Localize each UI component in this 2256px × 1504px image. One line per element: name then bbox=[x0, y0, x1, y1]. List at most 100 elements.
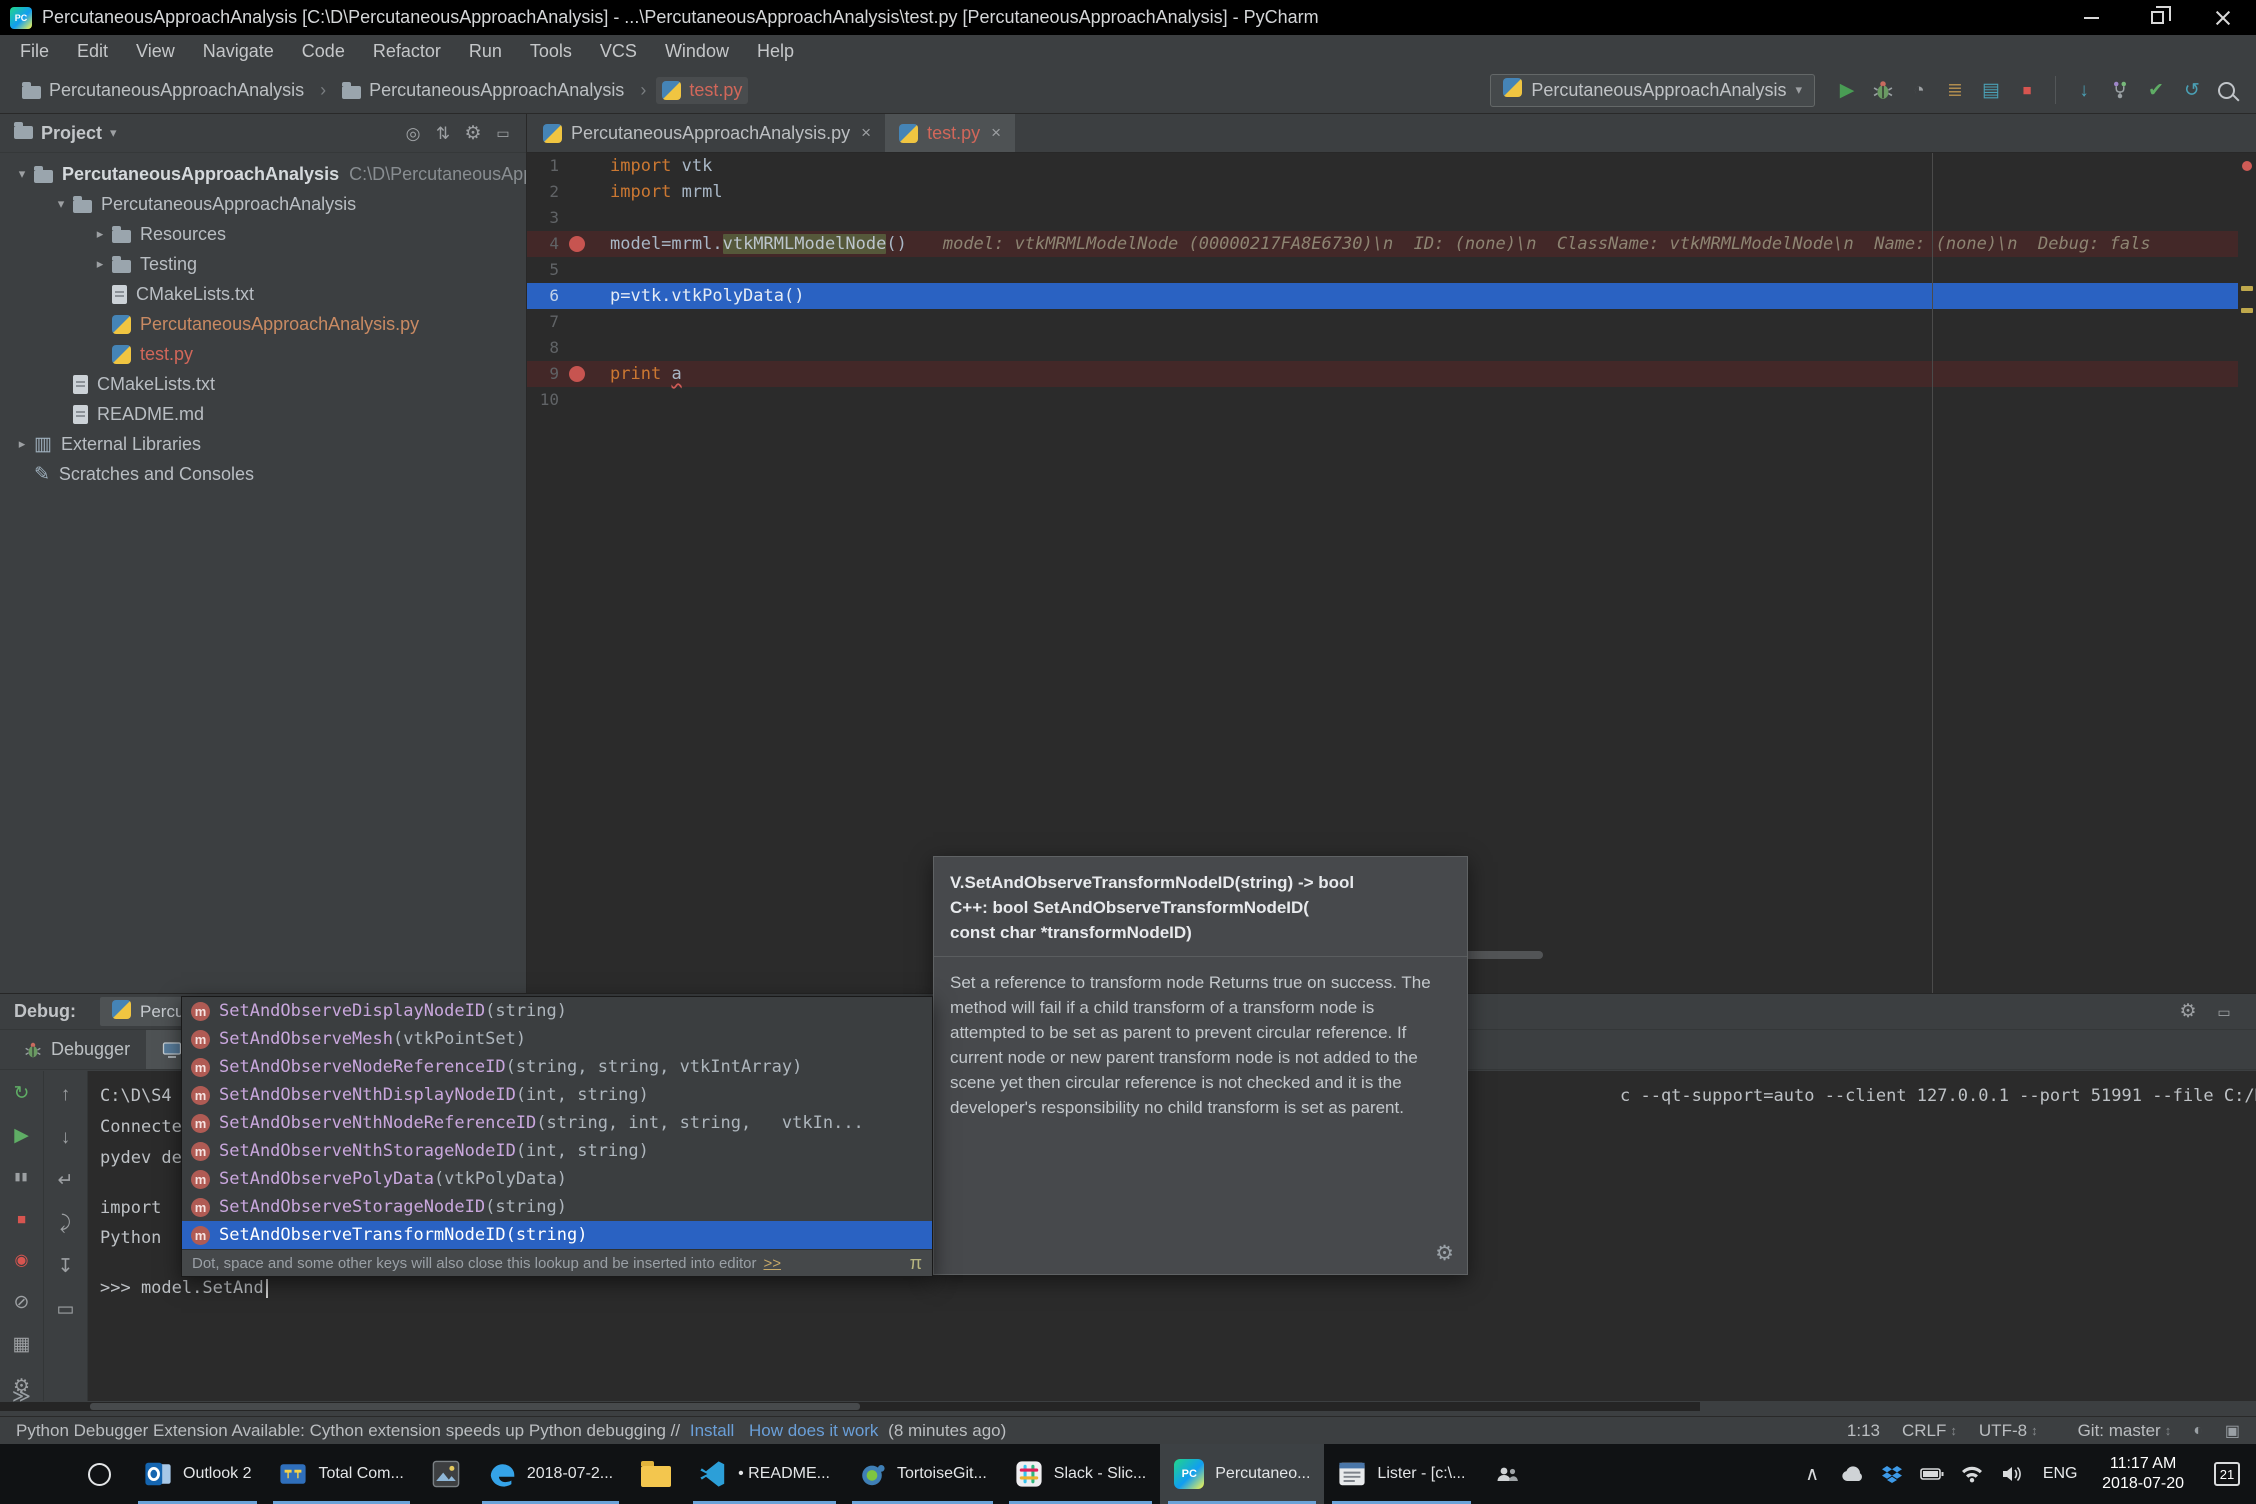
soft-wrap-button[interactable]: ⤸ bbox=[51, 1208, 81, 1238]
line-number[interactable]: 6 bbox=[527, 283, 559, 309]
taskbar-app-edge[interactable]: 2018-07-2... bbox=[474, 1444, 627, 1504]
menu-item-navigate[interactable]: Navigate bbox=[189, 37, 288, 66]
tree-expander-icon[interactable]: ▾ bbox=[49, 196, 73, 212]
stop-button[interactable]: ■ bbox=[7, 1205, 37, 1234]
line-number[interactable]: 10 bbox=[527, 387, 559, 413]
tree-row-testing[interactable]: ▸ Testing bbox=[0, 249, 526, 279]
scroll-down-button[interactable]: ↧ bbox=[51, 1251, 81, 1281]
console-horizontal-scrollbar[interactable] bbox=[0, 1402, 1700, 1411]
completion-item-setandobservedisplaynodeid[interactable]: m SetAndObserveDisplayNodeID (string) bbox=[182, 997, 932, 1025]
restore-button[interactable] bbox=[2124, 0, 2190, 35]
cortana-search-button[interactable] bbox=[68, 1444, 130, 1504]
line-number[interactable]: 7 bbox=[527, 309, 559, 335]
tree-row-external-libraries[interactable]: ▸ ▥ External Libraries bbox=[0, 429, 526, 459]
menu-item-refactor[interactable]: Refactor bbox=[359, 37, 455, 66]
battery-button[interactable] bbox=[1912, 1444, 1952, 1504]
menu-item-run[interactable]: Run bbox=[455, 37, 516, 66]
line-number[interactable]: 2 bbox=[527, 179, 559, 205]
view-breakpoints-button[interactable]: ◉ bbox=[7, 1247, 37, 1276]
minimize-button[interactable] bbox=[2058, 0, 2124, 35]
completion-more-link[interactable]: >> bbox=[763, 1255, 781, 1272]
completion-item-setandobservemesh[interactable]: m SetAndObserveMesh (vtkPointSet) bbox=[182, 1025, 932, 1053]
taskbar-app-vscode[interactable]: • README... bbox=[685, 1444, 844, 1504]
vcs-commit-button[interactable]: ✔ bbox=[2138, 72, 2174, 108]
how-does-it-work-link[interactable]: How does it work bbox=[749, 1421, 878, 1440]
encoding-select[interactable]: UTF-8 ↕ bbox=[1979, 1421, 2038, 1441]
warning-stripe-mark[interactable] bbox=[2241, 308, 2253, 313]
breakpoint-icon[interactable] bbox=[569, 366, 585, 382]
close-button[interactable] bbox=[2190, 0, 2256, 35]
restore-layout-button[interactable]: ▦ bbox=[7, 1330, 37, 1359]
run-configuration-select[interactable]: PercutaneousApproachAnalysis ▾ bbox=[1490, 73, 1815, 107]
settings-button[interactable]: ⚙ bbox=[458, 118, 488, 148]
collapse-all-button[interactable]: ⇅ bbox=[428, 118, 458, 148]
hide-button[interactable]: ▭ bbox=[2206, 994, 2242, 1030]
concurrency-button[interactable]: ▤ bbox=[1973, 72, 2009, 108]
tab-close-icon[interactable]: × bbox=[861, 123, 871, 143]
event-log-icon[interactable]: ▣ bbox=[2225, 1421, 2240, 1441]
taskbar-app-pycharm[interactable]: PC Percutaneo... bbox=[1160, 1444, 1325, 1504]
language-indicator[interactable]: ENG bbox=[2032, 1444, 2088, 1504]
line-number[interactable]: 9 bbox=[527, 361, 559, 387]
error-stripe-mark[interactable] bbox=[2242, 161, 2252, 171]
cloud-button[interactable] bbox=[1832, 1444, 1872, 1504]
start-button[interactable] bbox=[0, 1444, 68, 1504]
menu-item-vcs[interactable]: VCS bbox=[586, 37, 651, 66]
menu-item-edit[interactable]: Edit bbox=[63, 37, 122, 66]
breadcrumb-test-py[interactable]: test.py bbox=[656, 76, 749, 104]
warning-stripe-mark[interactable] bbox=[2241, 286, 2253, 291]
code-editor[interactable]: 1 import vtk 2 import mrml 3 4 model=mrml.vtkM… bbox=[527, 153, 2238, 413]
line-number[interactable]: 3 bbox=[527, 205, 559, 231]
clear-button[interactable]: ▭ bbox=[51, 1294, 81, 1324]
line-number[interactable]: 8 bbox=[527, 335, 559, 361]
chevron-down-icon[interactable]: ▾ bbox=[110, 125, 117, 141]
pause-button[interactable]: ▮▮ bbox=[7, 1163, 37, 1192]
taskbar-app-outlook[interactable]: Outlook 2 bbox=[130, 1444, 265, 1504]
menu-item-code[interactable]: Code bbox=[288, 37, 359, 66]
resume-button[interactable]: ▶ bbox=[7, 1121, 37, 1150]
action-center-button[interactable]: 21 bbox=[2198, 1444, 2256, 1504]
stop-button[interactable]: ■ bbox=[2009, 72, 2045, 108]
menu-item-file[interactable]: File bbox=[6, 37, 63, 66]
coverage-button[interactable]: ◔ bbox=[1901, 72, 1937, 108]
profiler-button[interactable]: ≣ bbox=[1937, 72, 1973, 108]
tree-row-percutaneousapproachanalysis[interactable]: ▾ PercutaneousApproachAnalysis bbox=[0, 189, 526, 219]
tree-expander-icon[interactable]: ▾ bbox=[10, 166, 34, 182]
taskbar-clock[interactable]: 11:17 AM 2018-07-20 bbox=[2088, 1444, 2198, 1504]
install-link[interactable]: Install bbox=[690, 1421, 734, 1440]
tree-expander-icon[interactable]: ▸ bbox=[88, 226, 112, 242]
editor-tab-test-py[interactable]: test.py × bbox=[885, 114, 1016, 152]
tree-row-percutaneousapproachanalysis-py[interactable]: PercutaneousApproachAnalysis.py bbox=[0, 309, 526, 339]
line-separator-select[interactable]: CRLF ↕ bbox=[1902, 1421, 1957, 1441]
console-prompt[interactable]: >>> model.SetAnd bbox=[100, 1278, 268, 1298]
debug-button[interactable] bbox=[1865, 72, 1901, 108]
taskbar-app-tortoisegit[interactable]: TortoiseGit... bbox=[844, 1444, 1001, 1504]
vcs-rollback-button[interactable]: ↺ bbox=[2174, 72, 2210, 108]
tree-row-percutaneousapproachanalysis[interactable]: ▾ PercutaneousApproachAnalysis C:\D\Percut… bbox=[0, 159, 526, 189]
settings-button[interactable]: ⚙ bbox=[2170, 994, 2206, 1030]
breakpoint-icon[interactable] bbox=[569, 236, 585, 252]
execute-button[interactable]: ↵ bbox=[51, 1165, 81, 1195]
tree-row-cmakelists-txt[interactable]: CMakeLists.txt bbox=[0, 369, 526, 399]
breadcrumb-percutaneousapproachanalysis[interactable]: PercutaneousApproachAnalysis bbox=[16, 77, 310, 104]
menu-item-tools[interactable]: Tools bbox=[516, 37, 586, 66]
taskbar-app-slack[interactable]: Slack - Slic... bbox=[1001, 1444, 1160, 1504]
vcs-update-button[interactable]: ↓ bbox=[2066, 72, 2102, 108]
breadcrumb-percutaneousapproachanalysis[interactable]: PercutaneousApproachAnalysis bbox=[336, 77, 630, 104]
vcs-branch-button[interactable] bbox=[2102, 72, 2138, 108]
git-branch-widget[interactable]: Git: master ↕ bbox=[2078, 1421, 2172, 1441]
line-number[interactable]: 4 bbox=[527, 231, 559, 257]
history-up-button[interactable]: ↑ bbox=[51, 1079, 81, 1109]
taskbar-app-photos[interactable] bbox=[418, 1444, 474, 1504]
rerun-button[interactable]: ↻ bbox=[7, 1079, 37, 1108]
tree-row-cmakelists-txt[interactable]: CMakeLists.txt bbox=[0, 279, 526, 309]
tree-expander-icon[interactable]: ▸ bbox=[88, 256, 112, 272]
line-number[interactable]: 1 bbox=[527, 153, 559, 179]
toggle-indicator-icon[interactable]: ◐ bbox=[2193, 1422, 2203, 1440]
tree-row-readme-md[interactable]: README.md bbox=[0, 399, 526, 429]
taskbar-app-file-explorer[interactable] bbox=[627, 1444, 685, 1504]
wifi-button[interactable] bbox=[1952, 1444, 1992, 1504]
history-down-button[interactable]: ↓ bbox=[51, 1122, 81, 1152]
line-number[interactable]: 5 bbox=[527, 257, 559, 283]
tree-row-scratches-and-consoles[interactable]: ✎ Scratches and Consoles bbox=[0, 459, 526, 489]
